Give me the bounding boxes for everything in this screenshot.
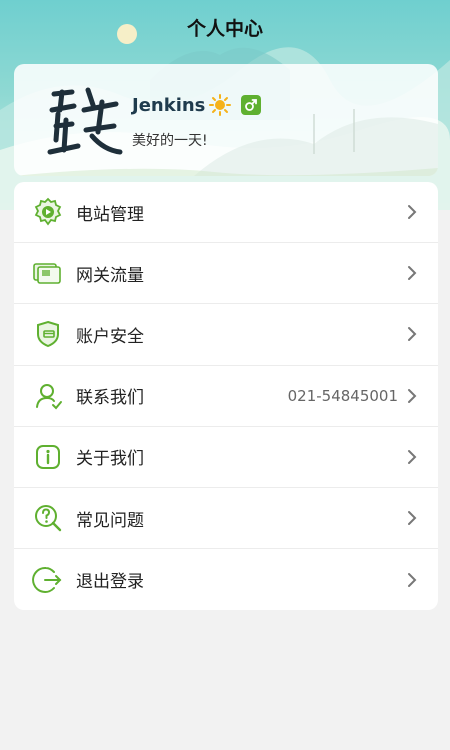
username-row: Jenkins <box>132 92 262 118</box>
contact-person-icon <box>32 380 64 412</box>
menu-item-about-us[interactable]: 关于我们 <box>14 427 438 488</box>
menu-item-label: 联系我们 <box>76 388 144 409</box>
chevron-right-icon <box>406 204 418 220</box>
chevron-right-icon <box>406 265 418 281</box>
menu-item-label: 网关流量 <box>76 265 144 286</box>
chevron-right-icon <box>406 572 418 588</box>
menu-item-gateway-traffic[interactable]: 网关流量 <box>14 243 438 305</box>
menu-item-logout[interactable]: 退出登录 <box>14 549 438 610</box>
menu-list: 电站管理 网关流量 账户安全 联系我们 021-54845001 关于我们 常见… <box>14 182 438 610</box>
contact-phone-number: 021-54845001 <box>287 386 398 405</box>
chevron-right-icon <box>406 326 418 342</box>
username: Jenkins <box>132 94 206 116</box>
chevron-right-icon <box>406 449 418 465</box>
question-search-icon <box>32 502 64 534</box>
menu-item-station-management[interactable]: 电站管理 <box>14 182 438 244</box>
info-icon <box>32 441 64 473</box>
logout-icon <box>32 564 64 596</box>
menu-item-faq[interactable]: 常见问题 <box>14 488 438 550</box>
signature-avatar-icon <box>47 87 123 155</box>
menu-item-label: 关于我们 <box>76 449 144 470</box>
menu-item-label: 常见问题 <box>76 510 144 531</box>
shield-icon <box>32 318 64 350</box>
menu-item-label: 退出登录 <box>76 572 144 593</box>
menu-item-label: 账户安全 <box>76 326 144 347</box>
male-icon <box>241 95 262 115</box>
gateway-cards-icon <box>32 257 64 289</box>
menu-item-contact-us[interactable]: 联系我们 021-54845001 <box>14 366 438 427</box>
menu-item-account-security[interactable]: 账户安全 <box>14 304 438 366</box>
sun-icon <box>209 94 232 116</box>
power-station-gear-icon <box>32 196 64 228</box>
profile-motto: 美好的一天! <box>132 133 208 149</box>
chevron-right-icon <box>406 510 418 526</box>
avatar[interactable] <box>44 80 126 162</box>
menu-item-label: 电站管理 <box>76 204 144 225</box>
profile-card[interactable]: Jenkins 美好的一天! <box>14 64 438 176</box>
chevron-right-icon <box>406 388 418 404</box>
page-title: 个人中心 <box>186 18 263 40</box>
